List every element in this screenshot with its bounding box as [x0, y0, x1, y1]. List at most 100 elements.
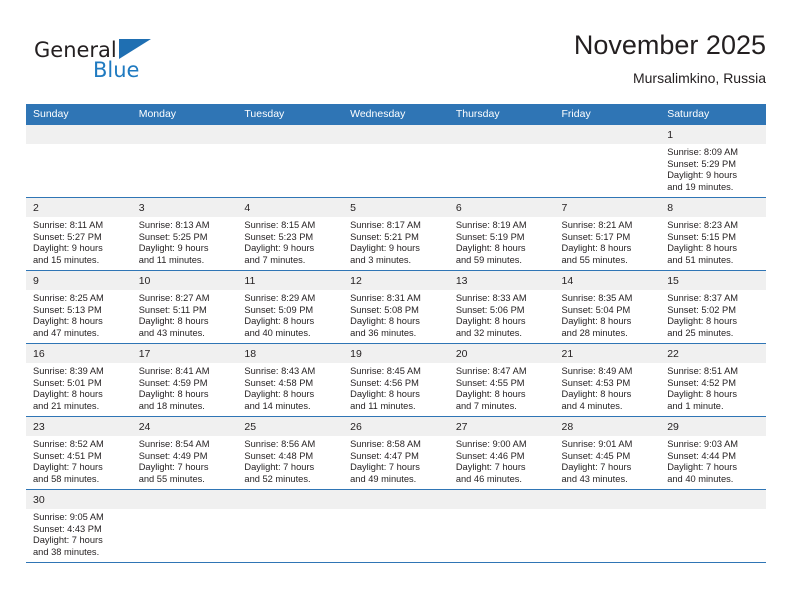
day-sun-info: [343, 509, 449, 512]
day-number: 4: [237, 198, 344, 217]
day-sun-info: [449, 144, 555, 147]
day-sun-info: [555, 144, 661, 147]
day-sun-info: Sunrise: 8:54 AM Sunset: 4:49 PM Dayligh…: [138, 439, 210, 484]
calendar-week-row: 30 Sunrise: 9:05 AM Sunset: 4:43 PM Dayli…: [26, 489, 766, 563]
day-number: [554, 125, 661, 144]
day-number: 10: [131, 271, 238, 290]
sunrise-sunset-calendar-table: Sunday Monday Tuesday Wednesday Thursday Frid…: [26, 104, 766, 563]
calendar-week-row: 9 Sunrise: 8:25 AM Sunset: 5:13 PM Daylig…: [26, 270, 766, 344]
calendar-day-cell[interactable]: 13 Sunrise: 8:33 AM Sunset: 5:06 PM Dayli…: [448, 270, 555, 344]
day-sun-info: Sunrise: 8:39 AM Sunset: 5:01 PM Dayligh…: [33, 366, 104, 411]
day-sun-info: Sunrise: 8:52 AM Sunset: 4:51 PM Dayligh…: [33, 439, 104, 484]
weekday-header-wednesday: Wednesday: [343, 104, 449, 125]
day-sun-info: Sunrise: 8:43 AM Sunset: 4:58 PM Dayligh…: [244, 366, 316, 411]
calendar-day-cell[interactable]: 22 Sunrise: 8:51 AM Sunset: 4:52 PM Dayli…: [660, 343, 766, 417]
general-blue-logo[interactable]: General Blue: [34, 32, 234, 92]
calendar-day-cell[interactable]: 2 Sunrise: 8:11 AM Sunset: 5:27 PM Daylig…: [26, 197, 132, 271]
day-sun-info: [26, 144, 132, 147]
calendar-day-cell[interactable]: 25 Sunrise: 8:56 AM Sunset: 4:48 PM Dayli…: [237, 416, 344, 490]
calendar-day-cell[interactable]: 26 Sunrise: 8:58 AM Sunset: 4:47 PM Dayli…: [343, 416, 449, 490]
calendar-day-cell[interactable]: 16 Sunrise: 8:39 AM Sunset: 5:01 PM Dayli…: [26, 343, 132, 417]
calendar-day-cell[interactable]: 20 Sunrise: 8:47 AM Sunset: 4:55 PM Dayli…: [448, 343, 555, 417]
calendar-day-cell[interactable]: 11 Sunrise: 8:29 AM Sunset: 5:09 PM Dayli…: [237, 270, 344, 344]
day-number: 27: [448, 417, 555, 436]
calendar-day-cell[interactable]: 29 Sunrise: 9:03 AM Sunset: 4:44 PM Dayli…: [660, 416, 766, 490]
calendar-day-cell[interactable]: 15 Sunrise: 8:37 AM Sunset: 5:02 PM Dayli…: [660, 270, 766, 344]
calendar-day-cell[interactable]: 14 Sunrise: 8:35 AM Sunset: 5:04 PM Dayli…: [554, 270, 661, 344]
calendar-day-cell[interactable]: 30 Sunrise: 9:05 AM Sunset: 4:43 PM Dayli…: [26, 489, 132, 563]
weekday-header-row: Sunday Monday Tuesday Wednesday Thursday Frid…: [26, 104, 766, 125]
day-number: [131, 125, 238, 144]
day-sun-info: Sunrise: 8:17 AM Sunset: 5:21 PM Dayligh…: [350, 220, 421, 265]
day-sun-info: Sunrise: 9:01 AM Sunset: 4:45 PM Dayligh…: [561, 439, 633, 484]
day-number: 5: [343, 198, 449, 217]
day-sun-info: [237, 144, 343, 147]
day-sun-info: Sunrise: 8:49 AM Sunset: 4:53 PM Dayligh…: [561, 366, 633, 411]
calendar-day-cell[interactable]: 7 Sunrise: 8:21 AM Sunset: 5:17 PM Daylig…: [554, 197, 661, 271]
day-sun-info: Sunrise: 8:56 AM Sunset: 4:48 PM Dayligh…: [244, 439, 316, 484]
calendar-day-cell-empty: [448, 125, 555, 198]
calendar-week-row: 1 Sunrise: 8:09 AM Sunset: 5:29 PM Daylig…: [26, 125, 766, 198]
calendar-day-cell[interactable]: 1 Sunrise: 8:09 AM Sunset: 5:29 PM Daylig…: [660, 125, 766, 198]
calendar-day-cell-empty: [237, 125, 344, 198]
calendar-week-row: 23 Sunrise: 8:52 AM Sunset: 4:51 PM Dayli…: [26, 416, 766, 490]
day-sun-info: Sunrise: 8:09 AM Sunset: 5:29 PM Dayligh…: [667, 147, 739, 192]
day-number: 6: [448, 198, 555, 217]
day-number: 12: [343, 271, 449, 290]
day-sun-info: Sunrise: 8:37 AM Sunset: 5:02 PM Dayligh…: [667, 293, 739, 338]
day-number: 25: [237, 417, 344, 436]
page-title: November 2025: [573, 30, 766, 60]
day-sun-info: Sunrise: 8:15 AM Sunset: 5:23 PM Dayligh…: [244, 220, 316, 265]
calendar-day-cell[interactable]: 18 Sunrise: 8:43 AM Sunset: 4:58 PM Dayli…: [237, 343, 344, 417]
calendar-week-row: 16 Sunrise: 8:39 AM Sunset: 5:01 PM Dayli…: [26, 343, 766, 417]
calendar-day-cell[interactable]: 12 Sunrise: 8:31 AM Sunset: 5:08 PM Dayli…: [343, 270, 449, 344]
day-sun-info: Sunrise: 8:11 AM Sunset: 5:27 PM Dayligh…: [33, 220, 104, 265]
calendar-day-cell[interactable]: 27 Sunrise: 9:00 AM Sunset: 4:46 PM Dayli…: [448, 416, 555, 490]
day-sun-info: Sunrise: 8:13 AM Sunset: 5:25 PM Dayligh…: [138, 220, 210, 265]
calendar-day-cell[interactable]: 19 Sunrise: 8:45 AM Sunset: 4:56 PM Dayli…: [343, 343, 449, 417]
day-sun-info: [237, 509, 343, 512]
day-number: 3: [131, 198, 238, 217]
day-number: 28: [554, 417, 661, 436]
calendar-day-cell[interactable]: 5 Sunrise: 8:17 AM Sunset: 5:21 PM Daylig…: [343, 197, 449, 271]
calendar-day-cell[interactable]: 10 Sunrise: 8:27 AM Sunset: 5:11 PM Dayli…: [131, 270, 238, 344]
calendar-day-cell[interactable]: 17 Sunrise: 8:41 AM Sunset: 4:59 PM Dayli…: [131, 343, 238, 417]
calendar-day-cell[interactable]: 6 Sunrise: 8:19 AM Sunset: 5:19 PM Daylig…: [448, 197, 555, 271]
calendar-day-cell[interactable]: 8 Sunrise: 8:23 AM Sunset: 5:15 PM Daylig…: [660, 197, 766, 271]
day-sun-info: Sunrise: 8:41 AM Sunset: 4:59 PM Dayligh…: [138, 366, 210, 411]
weekday-header-thursday: Thursday: [448, 104, 555, 125]
day-number: 18: [237, 344, 344, 363]
day-sun-info: [343, 144, 449, 147]
day-number: 30: [26, 490, 132, 509]
day-sun-info: Sunrise: 9:00 AM Sunset: 4:46 PM Dayligh…: [455, 439, 527, 484]
day-number: 14: [554, 271, 661, 290]
logo-word-blue: Blue: [93, 58, 140, 82]
calendar-day-cell[interactable]: 21 Sunrise: 8:49 AM Sunset: 4:53 PM Dayli…: [554, 343, 661, 417]
day-number: 20: [448, 344, 555, 363]
day-sun-info: Sunrise: 8:47 AM Sunset: 4:55 PM Dayligh…: [455, 366, 527, 411]
calendar-day-cell-empty: [26, 125, 132, 198]
calendar-day-cell[interactable]: 9 Sunrise: 8:25 AM Sunset: 5:13 PM Daylig…: [26, 270, 132, 344]
calendar-day-cell-empty: [131, 489, 238, 563]
calendar-day-cell[interactable]: 3 Sunrise: 8:13 AM Sunset: 5:25 PM Daylig…: [131, 197, 238, 271]
day-number: 15: [660, 271, 766, 290]
day-sun-info: Sunrise: 9:03 AM Sunset: 4:44 PM Dayligh…: [667, 439, 739, 484]
day-sun-info: [132, 144, 238, 147]
calendar-day-cell[interactable]: 28 Sunrise: 9:01 AM Sunset: 4:45 PM Dayli…: [554, 416, 661, 490]
calendar-day-cell-empty: [554, 125, 661, 198]
day-number: 26: [343, 417, 449, 436]
calendar-header-row: Sunday Monday Tuesday Wednesday Thursday Frid…: [26, 104, 766, 125]
calendar-day-cell[interactable]: 23 Sunrise: 8:52 AM Sunset: 4:51 PM Dayli…: [26, 416, 132, 490]
day-sun-info: [132, 509, 238, 512]
day-sun-info: Sunrise: 8:23 AM Sunset: 5:15 PM Dayligh…: [667, 220, 739, 265]
calendar-day-cell[interactable]: 24 Sunrise: 8:54 AM Sunset: 4:49 PM Dayli…: [131, 416, 238, 490]
day-number: 9: [26, 271, 132, 290]
calendar-day-cell[interactable]: 4 Sunrise: 8:15 AM Sunset: 5:23 PM Daylig…: [237, 197, 344, 271]
day-number: 17: [131, 344, 238, 363]
title-block: November 2025 Mursalimkino, Russia: [286, 28, 766, 88]
day-number: 7: [554, 198, 661, 217]
day-number: [131, 490, 238, 509]
calendar-body: 1 Sunrise: 8:09 AM Sunset: 5:29 PM Daylig…: [26, 125, 766, 563]
day-number: 8: [660, 198, 766, 217]
day-sun-info: Sunrise: 9:05 AM Sunset: 4:43 PM Dayligh…: [33, 512, 104, 557]
